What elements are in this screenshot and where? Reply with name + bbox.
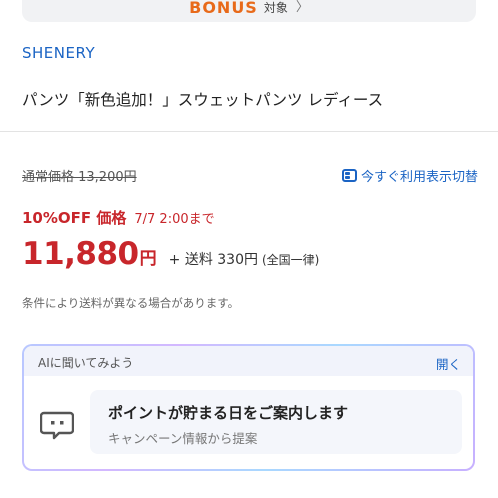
brand-link[interactable]: SHENERY: [22, 44, 95, 62]
discount-row: 10%OFF 価格 7/7 2:00まで: [22, 207, 215, 228]
display-toggle-button[interactable]: 今すぐ利用表示切替: [341, 166, 478, 185]
bonus-target-label: 対象: [263, 1, 288, 15]
bonus-banner[interactable]: BONUS 対象 〉: [22, 0, 476, 22]
ai-chat-icon: [40, 411, 74, 440]
bonus-label: BONUS: [189, 0, 258, 17]
section-divider: [0, 131, 498, 132]
ai-card-header: AIに聞いてみよう 開く: [24, 346, 473, 376]
price-row: 11,880 円 + 送料 330円 (全国一律): [22, 236, 319, 272]
shipping-condition-note: 条件により送料が異なる場合があります。: [22, 296, 240, 310]
ai-assistant-card[interactable]: AIに聞いてみよう 開く ポイントが貯まる日をご案内します キャンペーン情報から…: [22, 344, 475, 471]
display-toggle-label: 今すぐ利用表示切替: [360, 170, 478, 185]
product-title: パンツ「新色追加！」スウェットパンツ レディース: [22, 91, 384, 109]
chevron-right-icon: 〉: [295, 0, 309, 15]
discount-label: 10%OFF 価格: [22, 209, 127, 227]
price-unit: 円: [139, 249, 157, 269]
ai-suggestion-subtitle: キャンペーン情報から提案: [108, 431, 258, 446]
ai-suggestion-box[interactable]: ポイントが貯まる日をご案内します キャンペーン情報から提案: [90, 390, 462, 454]
shipping-note: (全国一律): [262, 253, 320, 267]
ai-prompt-label: AIに聞いてみよう: [38, 356, 134, 370]
sale-price: 11,880: [22, 236, 139, 272]
display-toggle-icon: [341, 169, 357, 182]
discount-deadline: 7/7 2:00まで: [134, 212, 215, 227]
ai-open-link[interactable]: 開く: [436, 354, 461, 373]
shipping-fee: + 送料 330円: [168, 252, 258, 268]
ai-suggestion-title: ポイントが貯まる日をご案内します: [108, 404, 349, 422]
regular-price: 通常価格 13,200円: [22, 170, 137, 185]
